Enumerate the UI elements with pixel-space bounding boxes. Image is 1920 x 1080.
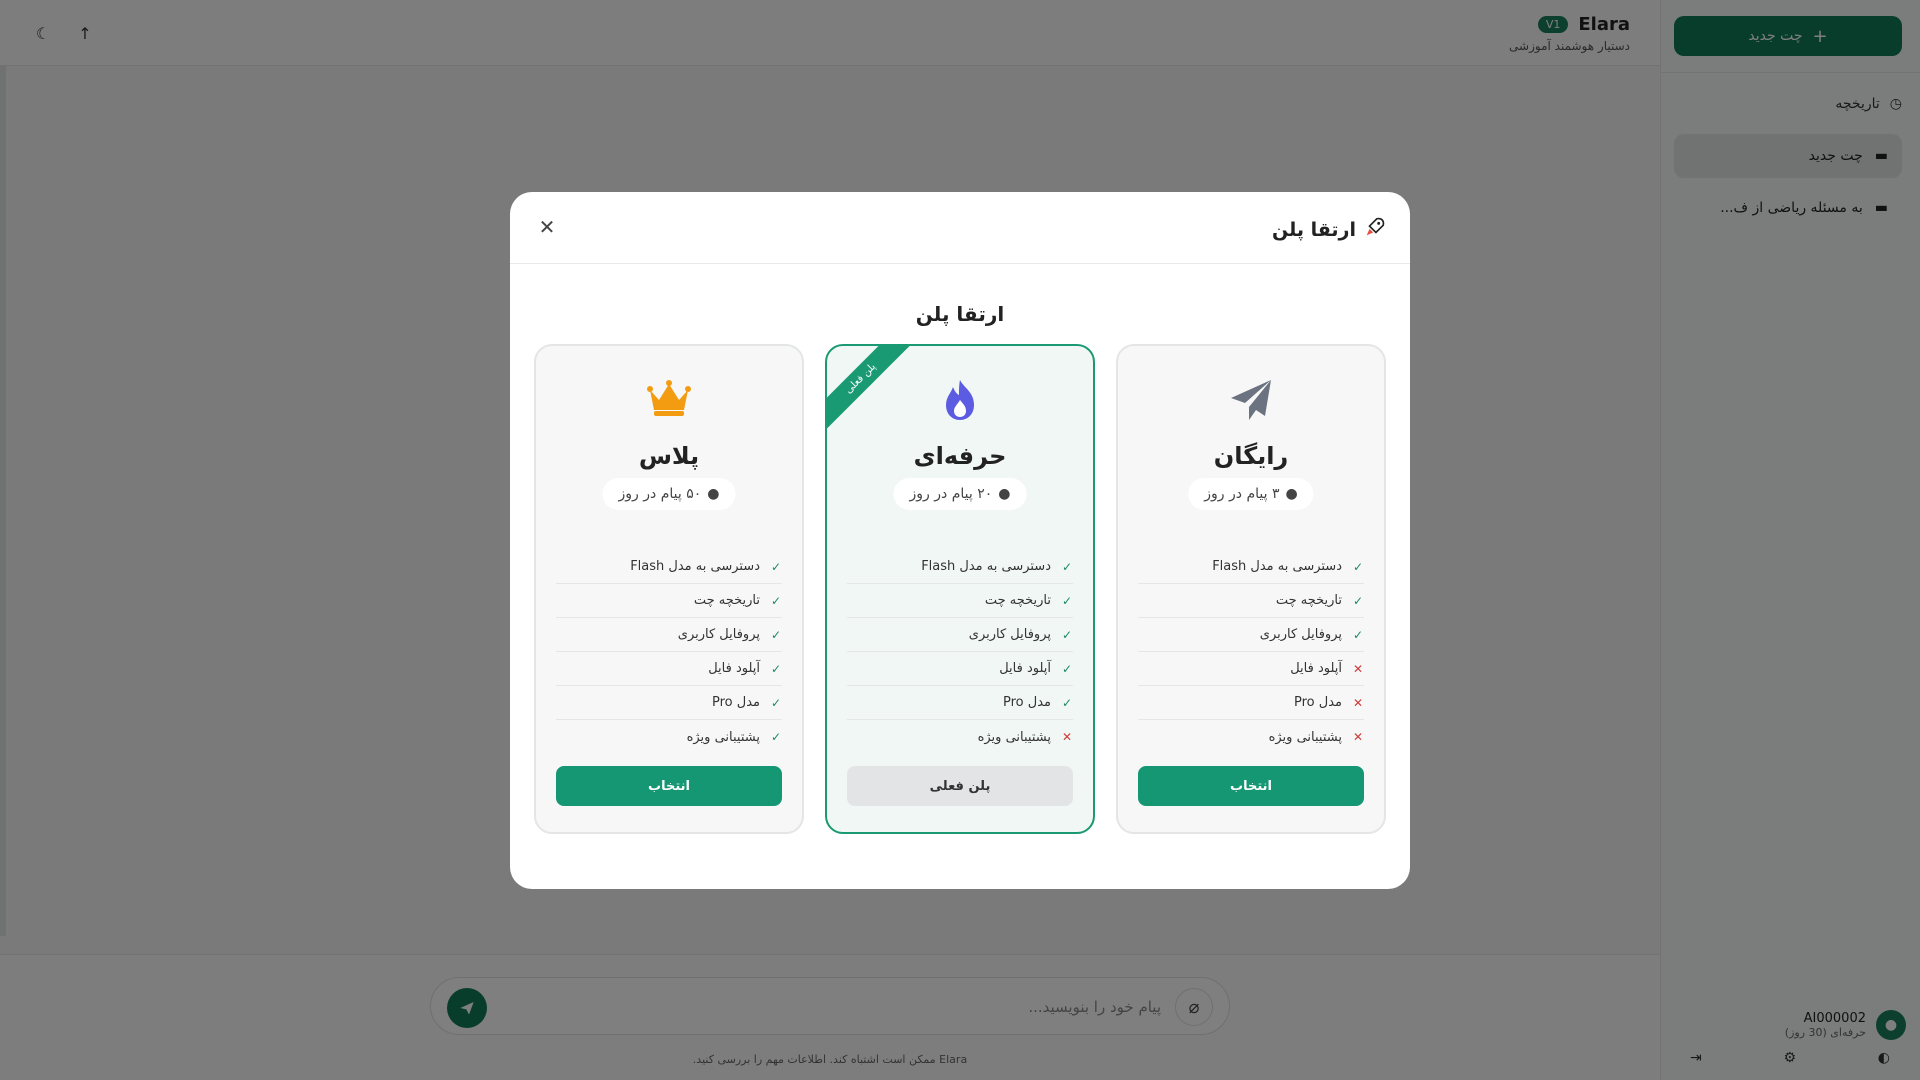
select-free-button[interactable]: انتخاب [1138,766,1364,806]
close-button[interactable]: ✕ [534,214,560,240]
plan-card-free: رایگان ● ۳ پیام در روز دسترسی به مدل Fla… [1116,344,1386,834]
plan-message-quota: ● ۵۰ پیام در روز [602,478,736,510]
plan-message-quota: ● ۳ پیام در روز [1188,478,1314,510]
feature-row: دسترسی به مدل Flash ✓ [847,550,1073,584]
feature-row: مدل Pro ✓ [556,686,782,720]
feature-label: مدل Pro [1003,695,1051,710]
x-mark-icon: ✕ [1061,730,1073,744]
paper-plane-icon [1118,378,1384,428]
feature-row: آپلود فایل ✕ [1138,652,1364,686]
check-icon: ✓ [1061,627,1073,642]
feature-row: پشتیبانی ویژه ✕ [847,720,1073,754]
plan-card-plus: پلاس ● ۵۰ پیام در روز دسترسی به مدل Flas… [534,344,804,834]
feature-label: مدل Pro [1294,695,1342,710]
feature-label: دسترسی به مدل Flash [1212,559,1342,574]
comment-icon: ● [1285,486,1298,502]
feature-row: تاریخچه چت ✓ [847,584,1073,618]
plan-message-text: ۳ پیام در روز [1204,486,1280,502]
upgrade-plan-modal: ارتقا پلن ✕ ارتقا پلن پلاس ● ۵۰ پیام در … [510,192,1410,889]
fire-icon [827,378,1093,428]
plan-message-text: ۲۰ پیام در روز [909,486,993,502]
comment-icon: ● [707,486,720,502]
close-icon: ✕ [538,215,556,239]
modal-title-text: ارتقا پلن [1272,218,1356,241]
rocket-icon [1364,216,1386,243]
current-plan-button: پلن فعلی [847,766,1073,806]
feature-label: تاریخچه چت [693,593,760,608]
feature-label: تاریخچه چت [984,593,1051,608]
plan-features: دسترسی به مدل Flash ✓ تاریخچه چت ✓ پروفایل… [556,550,782,754]
modal-subtitle: ارتقا پلن [915,302,1005,326]
check-icon: ✓ [770,661,782,676]
feature-label: مدل Pro [712,695,760,710]
check-icon: ✓ [1352,593,1364,608]
check-icon: ✓ [770,627,782,642]
feature-row: پشتیبانی ویژه ✓ [556,720,782,754]
feature-row: پروفایل کاربری ✓ [847,618,1073,652]
feature-row: آپلود فایل ✓ [556,652,782,686]
x-mark-icon: ✕ [1352,661,1364,676]
plan-name: رایگان [1213,442,1289,470]
feature-label: دسترسی به مدل Flash [921,559,1051,574]
plan-cards: پلاس ● ۵۰ پیام در روز دسترسی به مدل Flas… [534,344,1386,834]
feature-label: دسترسی به مدل Flash [630,559,760,574]
plan-name: پلاس [638,442,700,470]
feature-row: مدل Pro ✓ [847,686,1073,720]
check-icon: ✓ [1352,627,1364,642]
feature-label: پروفایل کاربری [968,627,1051,642]
feature-label: آپلود فایل [1290,661,1342,676]
comment-icon: ● [998,486,1011,502]
plan-message-text: ۵۰ پیام در روز [618,486,702,502]
feature-row: آپلود فایل ✓ [847,652,1073,686]
plan-card-pro: پلن فعلی حرفه‌ای ● ۲۰ پیام در روز دسترسی… [825,344,1095,834]
modal-title: ارتقا پلن [1272,216,1386,243]
feature-label: پروفایل کاربری [1259,627,1342,642]
check-icon: ✓ [1061,593,1073,608]
check-icon: ✓ [1061,559,1073,574]
feature-row: تاریخچه چت ✓ [1138,584,1364,618]
check-icon: ✓ [770,730,782,744]
check-icon: ✓ [1061,661,1073,676]
feature-row: پروفایل کاربری ✓ [556,618,782,652]
feature-row: دسترسی به مدل Flash ✓ [1138,550,1364,584]
feature-row: پشتیبانی ویژه ✕ [1138,720,1364,754]
plan-name: حرفه‌ای [913,442,1007,470]
modal-header: ارتقا پلن ✕ [510,192,1410,264]
check-icon: ✓ [770,695,782,710]
feature-label: پشتیبانی ویژه [977,729,1051,745]
check-icon: ✓ [770,593,782,608]
feature-row: تاریخچه چت ✓ [556,584,782,618]
feature-label: پشتیبانی ویژه [1268,729,1342,745]
select-plus-button[interactable]: انتخاب [556,766,782,806]
plan-features: دسترسی به مدل Flash ✓ تاریخچه چت ✓ پروفایل… [847,550,1073,754]
plan-features: دسترسی به مدل Flash ✓ تاریخچه چت ✓ پروفایل… [1138,550,1364,754]
feature-row: دسترسی به مدل Flash ✓ [556,550,782,584]
plan-message-quota: ● ۲۰ پیام در روز [893,478,1027,510]
check-icon: ✓ [1061,695,1073,710]
feature-row: مدل Pro ✕ [1138,686,1364,720]
feature-label: آپلود فایل [999,661,1051,676]
crown-icon [536,378,802,428]
x-mark-icon: ✕ [1352,695,1364,710]
feature-label: تاریخچه چت [1275,593,1342,608]
x-mark-icon: ✕ [1352,730,1364,744]
check-icon: ✓ [770,559,782,574]
feature-label: پشتیبانی ویژه [686,729,760,745]
feature-row: پروفایل کاربری ✓ [1138,618,1364,652]
feature-label: پروفایل کاربری [677,627,760,642]
feature-label: آپلود فایل [708,661,760,676]
check-icon: ✓ [1352,559,1364,574]
